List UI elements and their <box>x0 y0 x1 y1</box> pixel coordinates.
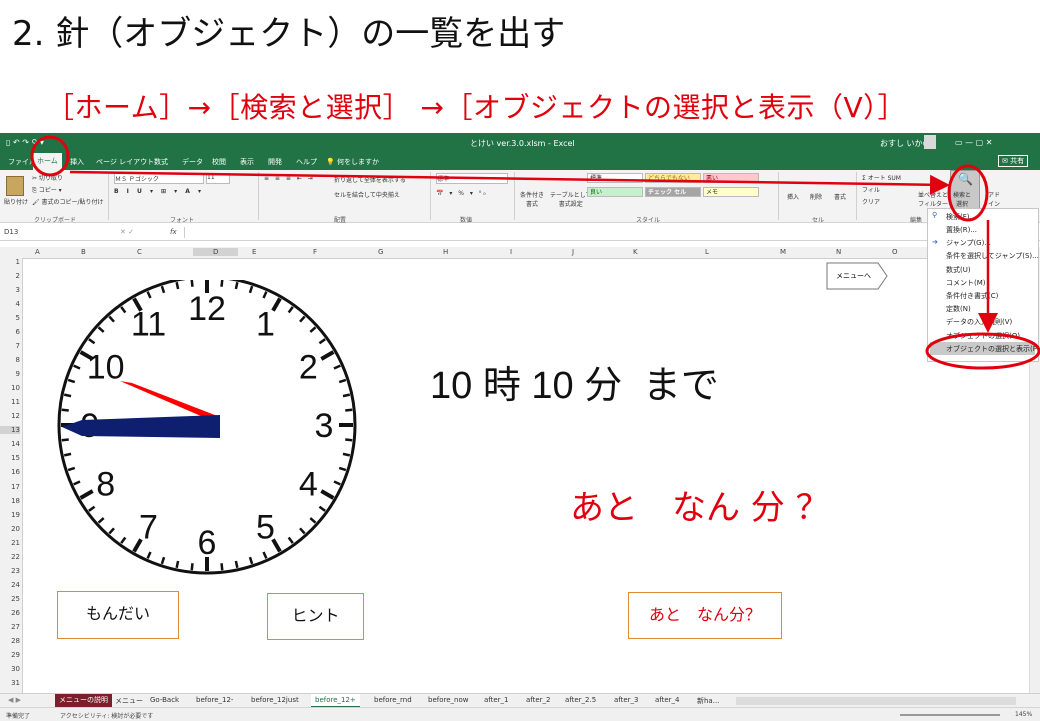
annotation-arrow-1 <box>69 170 950 195</box>
annotation-overlay <box>30 135 1040 370</box>
annotation-circle-home <box>30 135 70 177</box>
annotation-circle-find <box>947 164 989 222</box>
annotation-circle-selection-pane <box>925 332 1040 370</box>
